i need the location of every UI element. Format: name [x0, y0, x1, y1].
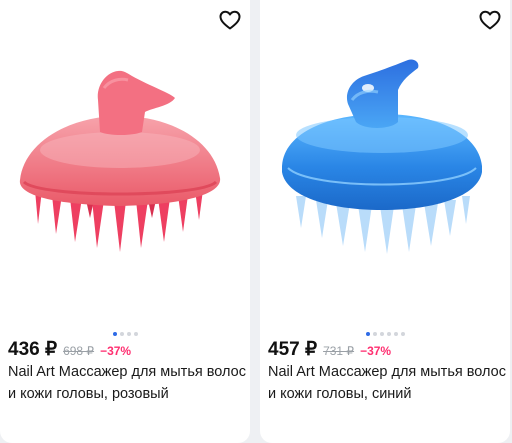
pagination-dot[interactable]: [133, 332, 138, 336]
product-title[interactable]: Nail Art Массажер для мытья волос и кожи…: [268, 361, 508, 405]
discount-badge: −37%: [360, 344, 392, 358]
heart-outline-icon[interactable]: [218, 8, 242, 32]
image-pagination[interactable]: [260, 330, 510, 338]
heart-outline-icon[interactable]: [478, 8, 502, 32]
pagination-dot[interactable]: [365, 332, 370, 336]
pagination-dot[interactable]: [393, 332, 398, 336]
price: 457 ₽: [268, 339, 318, 360]
pagination-dot[interactable]: [386, 332, 391, 336]
price: 436 ₽: [8, 339, 58, 360]
product-image[interactable]: [0, 40, 250, 320]
image-pagination[interactable]: [0, 330, 250, 338]
pagination-dot[interactable]: [126, 332, 131, 336]
discount-badge: −37%: [100, 344, 132, 358]
old-price: 698 ₽: [63, 344, 95, 358]
pagination-dot[interactable]: [112, 332, 117, 336]
pagination-dot[interactable]: [379, 332, 384, 336]
product-title[interactable]: Nail Art Массажер для мытья волос и кожи…: [8, 361, 248, 405]
product-card[interactable]: 457 ₽ 731 ₽ −37% Nail Art Массажер для м…: [260, 0, 510, 443]
old-price: 731 ₽: [323, 344, 355, 358]
price-row: 436 ₽ 698 ₽ −37%: [8, 338, 246, 361]
product-card[interactable]: 436 ₽ 698 ₽ −37% Nail Art Массажер для м…: [0, 0, 250, 443]
pagination-dot[interactable]: [119, 332, 124, 336]
pagination-dot[interactable]: [372, 332, 377, 336]
product-image[interactable]: [260, 40, 510, 320]
price-row: 457 ₽ 731 ₽ −37%: [268, 338, 506, 361]
pagination-dot[interactable]: [400, 332, 405, 336]
